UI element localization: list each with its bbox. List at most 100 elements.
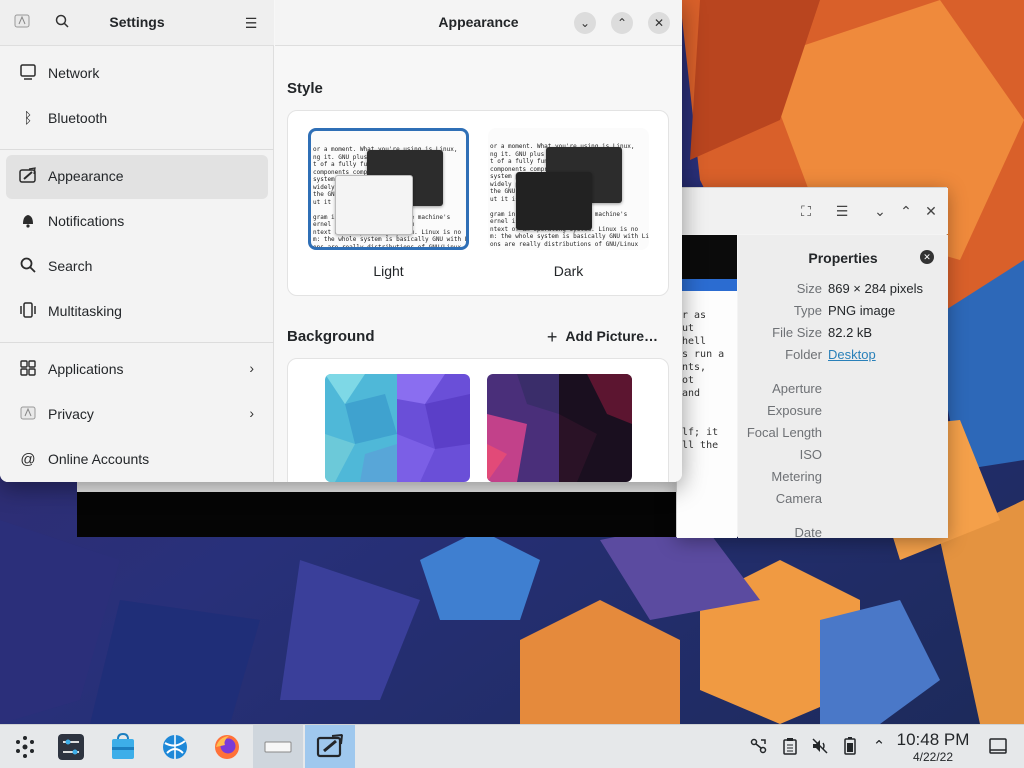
- sidebar-item-label: Network: [48, 65, 100, 81]
- background-option-blue[interactable]: [325, 374, 470, 482]
- properties-title: Properties: [808, 250, 878, 266]
- maximize-icon[interactable]: ⌃: [611, 12, 633, 34]
- prop-value: 82.2 kB: [828, 325, 873, 340]
- fullscreen-icon[interactable]: ⛶: [797, 202, 815, 220]
- style-option-light[interactable]: or a moment. What you're using is Linux,…: [308, 128, 469, 250]
- taskbar-firefox[interactable]: [202, 725, 252, 768]
- add-picture-label: Add Picture…: [565, 328, 658, 344]
- prop-row-type: Type PNG image: [738, 303, 948, 323]
- network-tray-icon[interactable]: [749, 737, 769, 757]
- battery-icon[interactable]: [840, 737, 860, 757]
- taskbar-system-settings[interactable]: [46, 725, 96, 768]
- minimize-icon[interactable]: ⌄: [871, 202, 889, 220]
- background-section-title: Background: [287, 328, 375, 345]
- volume-muted-icon[interactable]: [810, 737, 830, 757]
- prop-key: Folder: [785, 347, 822, 362]
- appearance-icon: [316, 733, 344, 758]
- taskbar-discover[interactable]: [98, 725, 148, 768]
- prop-key: Metering: [771, 469, 822, 484]
- prop-key: Aperture: [772, 381, 822, 396]
- sidebar-item-multitasking[interactable]: Multitasking: [6, 290, 268, 334]
- sidebar-item-label: Online Accounts: [48, 451, 150, 467]
- light-window-preview: [335, 175, 413, 235]
- prop-row-camera: Camera: [738, 491, 948, 511]
- chevron-right-icon: ›: [249, 360, 254, 376]
- settings-sidebar: Settings ☰ Network ᛒ Bluetooth Appearanc…: [0, 0, 274, 482]
- prop-value: PNG image: [828, 303, 896, 318]
- hamburger-menu-icon[interactable]: ☰: [833, 202, 851, 220]
- globe-icon: [163, 735, 187, 759]
- bluetooth-icon: ᛒ: [23, 110, 33, 127]
- search-icon: [18, 257, 38, 277]
- minimize-icon[interactable]: ⌄: [574, 12, 596, 34]
- prop-row-folder: Folder Desktop: [738, 347, 948, 367]
- sidebar-item-label: Notifications: [48, 213, 125, 229]
- sidebar-item-network[interactable]: Network: [6, 52, 268, 96]
- prop-row-metering: Metering: [738, 469, 948, 489]
- privacy-icon: [18, 405, 38, 425]
- prop-key: File Size: [772, 325, 822, 340]
- taskbar-image-viewer[interactable]: [253, 725, 303, 768]
- show-desktop-icon[interactable]: [988, 737, 1008, 757]
- taskbar: ⌃ 10:48 PM 4/22/22: [0, 724, 1024, 768]
- properties-panel: Properties ✕ Size 869 × 284 pixels Type PN…: [738, 235, 948, 540]
- prop-key: Date: [794, 525, 822, 540]
- sidebar-divider: [0, 342, 274, 343]
- prop-row-file-size: File Size 82.2 kB: [738, 325, 948, 345]
- style-card: or a moment. What you're using is Linux,…: [287, 110, 669, 296]
- prop-key: Focal Length: [746, 425, 822, 440]
- background-option-dark[interactable]: [487, 374, 632, 482]
- close-icon[interactable]: ✕: [648, 12, 670, 34]
- clipboard-tray-icon[interactable]: [780, 737, 800, 757]
- prop-key: Camera: [775, 491, 822, 506]
- prop-row-aperture: Aperture: [738, 381, 948, 401]
- sidebar-item-online-accounts[interactable]: @ Online Accounts: [6, 438, 268, 482]
- preview-blue-band: [677, 279, 737, 291]
- multitasking-icon: [18, 302, 38, 322]
- sidebar-item-privacy[interactable]: Privacy ›: [6, 393, 268, 437]
- add-picture-button[interactable]: + Add Picture…: [547, 327, 658, 348]
- taskbar-settings-active[interactable]: [305, 725, 355, 768]
- sidebar-title: Settings: [109, 14, 165, 30]
- preview-dark-band: [677, 235, 737, 279]
- prop-key: Exposure: [767, 403, 822, 418]
- clock-date: 4/22/22: [912, 750, 954, 764]
- dark-window-preview: [516, 172, 592, 230]
- taskbar-browser[interactable]: [150, 725, 200, 768]
- hamburger-menu-icon[interactable]: ☰: [241, 13, 261, 33]
- sidebar-divider: [0, 149, 274, 150]
- chevron-up-icon[interactable]: ⌃: [869, 737, 889, 757]
- prop-row-exposure: Exposure: [738, 403, 948, 423]
- sidebar-item-search[interactable]: Search: [6, 245, 268, 289]
- preview-text: r as ut hell s run a nts, ot and lf; it …: [682, 310, 725, 451]
- sidebar-item-bluetooth[interactable]: ᛒ Bluetooth: [6, 97, 268, 141]
- style-option-dark[interactable]: or a moment. What you're using is Linux,…: [488, 128, 649, 250]
- prop-key: ISO: [799, 447, 822, 462]
- folder-link[interactable]: Desktop: [828, 347, 876, 362]
- application-launcher-button[interactable]: [0, 725, 50, 768]
- apps-grid-icon: [18, 360, 38, 380]
- image-preview: r as ut hell s run a nts, ot and lf; it …: [677, 235, 737, 538]
- clock-time: 10:48 PM: [896, 730, 970, 749]
- sidebar-item-appearance[interactable]: Appearance: [6, 155, 268, 199]
- sidebar-item-label: Search: [48, 258, 93, 274]
- background-window: [77, 480, 737, 537]
- sidebar-item-label: Bluetooth: [48, 110, 108, 126]
- prop-value: 869 × 284 pixels: [828, 281, 924, 296]
- network-icon: [18, 64, 38, 84]
- style-label-light: Light: [373, 263, 404, 279]
- close-icon[interactable]: ✕: [922, 202, 940, 220]
- sidebar-item-notifications[interactable]: Notifications: [6, 200, 268, 244]
- prop-row-focal-length: Focal Length: [738, 425, 948, 445]
- firefox-icon: [215, 735, 239, 759]
- viewer-titlebar: ⛶ ☰ ⌄ ⌃ ✕: [677, 188, 948, 234]
- close-properties-icon[interactable]: ✕: [920, 250, 934, 264]
- prop-row-iso: ISO: [738, 447, 948, 467]
- image-viewer-window: ⛶ ☰ ⌄ ⌃ ✕ r as ut hell s run a nts, ot a…: [676, 187, 948, 540]
- sidebar-item-applications[interactable]: Applications ›: [6, 348, 268, 392]
- store-icon: [112, 733, 134, 759]
- maximize-icon[interactable]: ⌃: [897, 202, 915, 220]
- sidebar-item-label: Privacy: [48, 406, 94, 422]
- plus-icon: +: [546, 327, 558, 347]
- sidebar-header: Settings ☰: [0, 0, 274, 46]
